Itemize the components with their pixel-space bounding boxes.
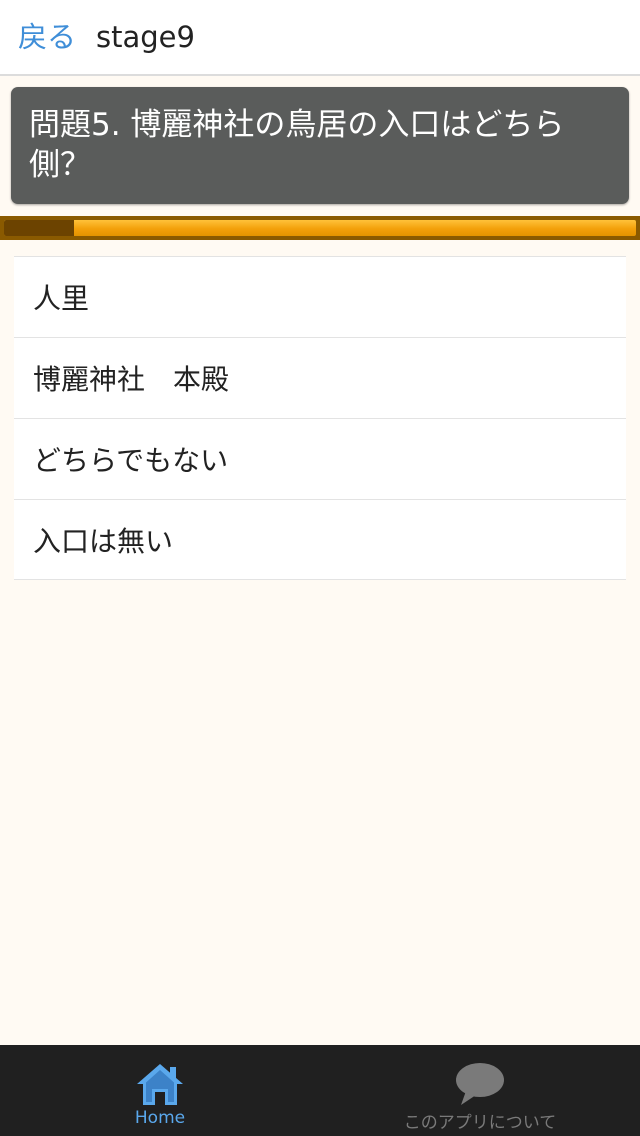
speech-bubble-icon <box>456 1063 504 1105</box>
question-box: 問題5. 博麗神社の鳥居の入口はどちら側？ <box>11 87 629 204</box>
answer-option-1[interactable]: 人里 <box>14 256 626 337</box>
answer-option-3[interactable]: どちらでもない <box>14 418 626 499</box>
progress-fill <box>4 220 74 236</box>
home-icon <box>137 1064 183 1105</box>
answer-option-4[interactable]: 入口は無い <box>14 499 626 580</box>
tab-about[interactable]: このアプリについて <box>320 1045 640 1136</box>
tab-home-label: Home <box>134 1108 186 1128</box>
app-header: 戻る stage9 <box>0 0 640 76</box>
tab-about-label: このアプリについて <box>403 1113 557 1133</box>
back-button[interactable]: 戻る <box>18 22 76 52</box>
stage-title: stage9 <box>96 19 195 54</box>
progress-bar <box>0 216 640 240</box>
question-text: 問題5. 博麗神社の鳥居の入口はどちら側？ <box>29 107 565 183</box>
quiz-screen: 戻る stage9 問題5. 博麗神社の鳥居の入口はどちら側？ 人里 博麗神社 … <box>0 0 640 1136</box>
bottom-tab-bar: Home このアプリについて <box>0 1045 640 1136</box>
answer-option-2[interactable]: 博麗神社 本殿 <box>14 337 626 418</box>
tab-home[interactable]: Home <box>0 1045 320 1136</box>
answer-list: 人里 博麗神社 本殿 どちらでもない 入口は無い <box>14 256 626 580</box>
progress-track <box>4 220 636 236</box>
